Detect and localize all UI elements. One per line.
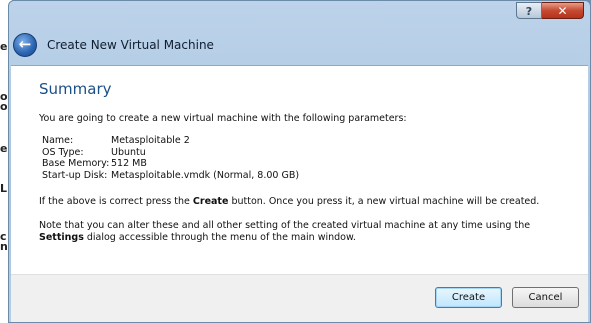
param-value: Metasploitable 2 — [111, 135, 190, 146]
confirm-text-end: button. Once you press it, a new virtual… — [228, 196, 540, 207]
bg-letter: L — [0, 182, 8, 195]
wizard-header: ← Create New Virtual Machine — [9, 29, 590, 63]
param-value: Metasploitable.vmdk (Normal, 8.00 GB) — [111, 169, 300, 181]
param-row-base-memory: Base Memory: 512 MB — [42, 158, 299, 170]
param-value: 512 MB — [111, 158, 147, 169]
note-settings-word: Settings — [39, 232, 84, 243]
summary-panel: Summary You are going to create a new vi… — [11, 65, 588, 274]
back-button[interactable]: ← — [13, 33, 37, 57]
help-button[interactable]: ? — [516, 2, 542, 19]
close-button[interactable]: ✕ — [542, 2, 584, 19]
bg-letter: e — [0, 40, 8, 53]
settings-note: Note that you can alter these and all ot… — [39, 220, 574, 244]
parameter-list: Name: Metasploitable 2 OS Type: Ubuntu B… — [42, 135, 299, 181]
bg-letter: e — [0, 142, 8, 155]
cancel-button[interactable]: Cancel — [512, 287, 579, 308]
param-label: Start-up Disk: — [42, 169, 108, 181]
param-label: OS Type: — [42, 146, 84, 158]
intro-text: You are going to create a new virtual ma… — [39, 113, 407, 124]
dialog-footer: Create Cancel — [11, 274, 588, 322]
param-label: Base Memory: — [42, 158, 110, 169]
create-button[interactable]: Create — [435, 287, 502, 308]
confirm-text: If the above is correct press the Create… — [39, 196, 539, 207]
back-arrow-icon: ← — [18, 35, 32, 53]
note-text-start: Note that you can alter these and all ot… — [39, 220, 531, 231]
param-row-os-type: OS Type: Ubuntu — [42, 147, 299, 159]
create-vm-dialog: ? ✕ ← Create New Virtual Machine Summary… — [8, 0, 591, 323]
param-label: Name: — [42, 135, 74, 146]
bg-letter: n — [0, 240, 8, 253]
titlebar-buttons: ? ✕ — [516, 2, 584, 19]
note-text-end: dialog accessible through the menu of th… — [83, 232, 356, 243]
param-value: Ubuntu — [111, 146, 146, 158]
param-row-name: Name: Metasploitable 2 — [42, 135, 299, 147]
confirm-create-word: Create — [192, 196, 229, 207]
confirm-text-start: If the above is correct press the — [39, 196, 193, 207]
param-row-startup-disk: Start-up Disk: Metasploitable.vmdk (Norm… — [42, 170, 299, 182]
bg-letter: o — [0, 100, 8, 113]
dialog-title: Create New Virtual Machine — [47, 38, 214, 52]
summary-heading: Summary — [39, 80, 112, 98]
